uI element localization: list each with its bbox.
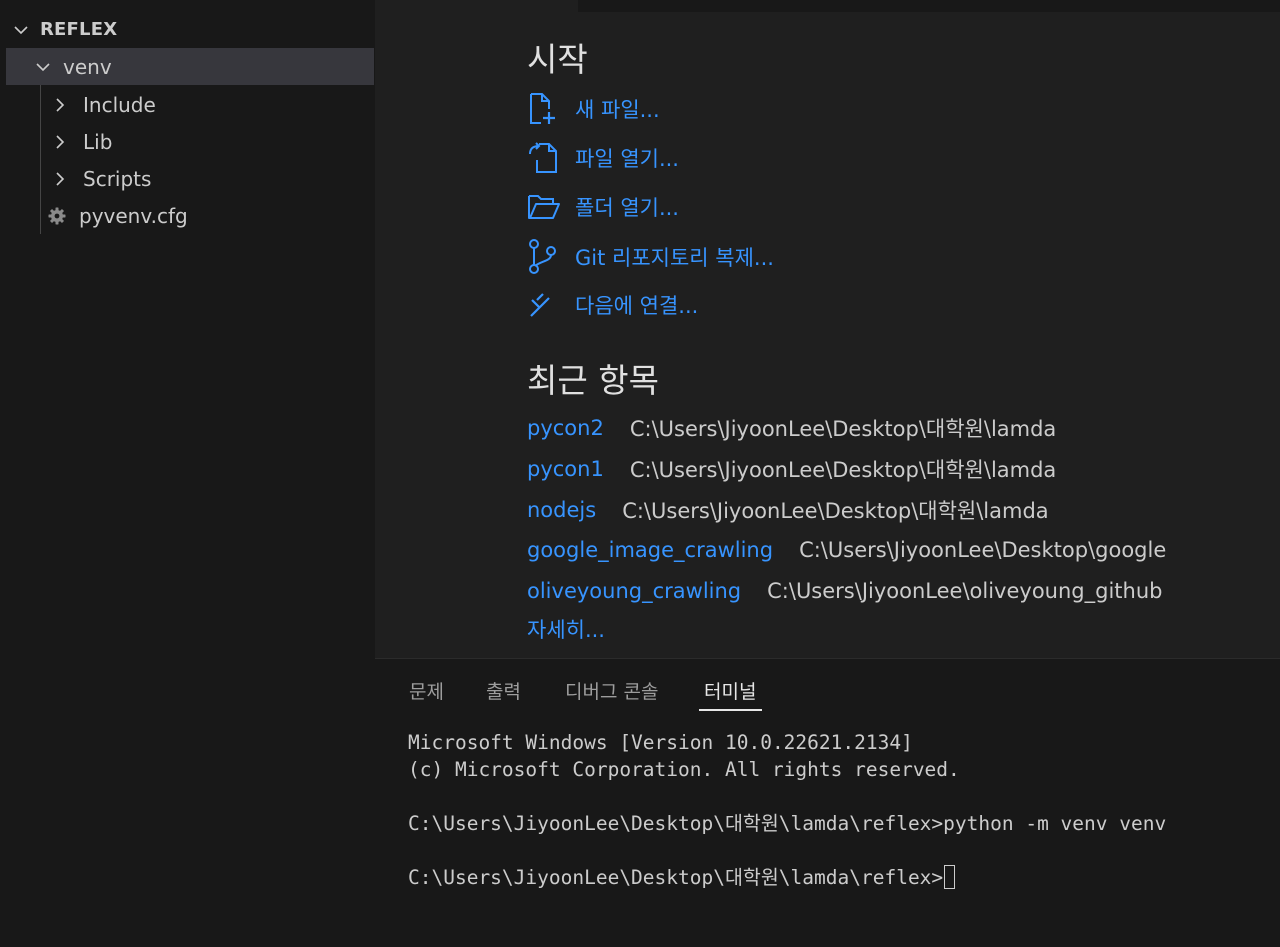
- terminal-prompt-line: C:\Users\JiyoonLee\Desktop\대학원\lamda\ref…: [408, 864, 1166, 891]
- recent-item-path: C:\Users\JiyoonLee\Desktop\대학원\lamda: [629, 417, 1057, 441]
- open-folder-label: 폴더 열기...: [575, 196, 679, 220]
- tree-item-scripts[interactable]: Scripts: [6, 160, 374, 197]
- gear-icon: [47, 206, 67, 226]
- git-clone-icon: [527, 239, 561, 275]
- open-file-label: 파일 열기...: [575, 147, 679, 171]
- tree-item-pyvenv-cfg[interactable]: pyvenv.cfg: [6, 197, 374, 234]
- tab-output[interactable]: 출력: [486, 677, 521, 704]
- open-file-icon: [527, 140, 561, 176]
- git-clone-label: Git 리포지토리 복제...: [575, 246, 774, 270]
- more-recent-link[interactable]: 자세히...: [527, 614, 605, 644]
- explorer-root-folder[interactable]: REFLEX: [6, 11, 374, 48]
- recent-item-link[interactable]: nodejs: [527, 498, 596, 522]
- bottom-panel: 문제 출력 디버그 콘솔 터미널 Microsoft Windows [Vers…: [375, 658, 1280, 947]
- explorer-sidebar: REFLEX venv Include Lib Scripts pyvenv.c…: [0, 0, 375, 947]
- connect-to-link[interactable]: 다음에 연결...: [527, 285, 698, 325]
- recent-item: nodejs C:\Users\JiyoonLee\Desktop\대학원\la…: [527, 494, 1049, 526]
- terminal-output[interactable]: Microsoft Windows [Version 10.0.22621.21…: [408, 729, 1166, 891]
- tree-item-label: Lib: [83, 129, 113, 154]
- chevron-right-icon: [51, 133, 69, 151]
- chevron-down-icon: [12, 21, 30, 39]
- recent-item-path: C:\Users\JiyoonLee\Desktop\google: [799, 538, 1167, 562]
- git-clone-link[interactable]: Git 리포지토리 복제...: [527, 237, 774, 277]
- active-tab-indicator: [699, 709, 762, 711]
- tree-item-label: venv: [63, 54, 112, 79]
- terminal-line: Microsoft Windows [Version 10.0.22621.21…: [408, 731, 913, 754]
- connect-to-label: 다음에 연결...: [575, 294, 699, 318]
- editor-top-strip: [578, 0, 1280, 12]
- tree-item-include[interactable]: Include: [6, 86, 374, 123]
- tree-item-label: Scripts: [83, 166, 152, 191]
- recent-item-link[interactable]: pycon2: [527, 416, 604, 440]
- recent-item-path: C:\Users\JiyoonLee\Desktop\대학원\lamda: [622, 499, 1049, 523]
- recent-item-link[interactable]: pycon1: [527, 457, 604, 481]
- terminal-cursor: [944, 865, 956, 889]
- tree-item-venv[interactable]: venv: [6, 48, 374, 85]
- recent-item-path: C:\Users\JiyoonLee\Desktop\대학원\lamda: [629, 458, 1057, 482]
- open-folder-icon: [527, 189, 561, 225]
- new-file-link[interactable]: 새 파일...: [527, 89, 660, 129]
- recent-item: oliveyoung_crawling C:\Users\JiyoonLee\o…: [527, 575, 1162, 607]
- open-folder-link[interactable]: 폴더 열기...: [527, 187, 679, 227]
- tab-terminal[interactable]: 터미널: [704, 677, 756, 704]
- tree-item-label: pyvenv.cfg: [79, 203, 188, 228]
- open-file-link[interactable]: 파일 열기...: [527, 138, 679, 178]
- new-file-icon: [527, 91, 561, 127]
- chevron-down-icon: [34, 58, 52, 76]
- recent-item-link[interactable]: oliveyoung_crawling: [527, 579, 741, 603]
- terminal-line: ​: [408, 783, 1166, 810]
- new-file-label: 새 파일...: [575, 98, 660, 122]
- terminal-line: C:\Users\JiyoonLee\Desktop\대학원\lamda\ref…: [408, 812, 1167, 835]
- terminal-prompt: C:\Users\JiyoonLee\Desktop\대학원\lamda\ref…: [408, 866, 944, 889]
- tree-item-lib[interactable]: Lib: [6, 123, 374, 160]
- start-heading: 시작: [527, 40, 588, 79]
- explorer-root-label: REFLEX: [40, 19, 118, 40]
- recent-heading: 최근 항목: [527, 361, 659, 400]
- tab-problems[interactable]: 문제: [409, 677, 444, 704]
- terminal-line: (c) Microsoft Corporation. All rights re…: [408, 758, 960, 781]
- chevron-right-icon: [51, 170, 69, 188]
- recent-item: pycon2 C:\Users\JiyoonLee\Desktop\대학원\la…: [527, 412, 1056, 444]
- tab-debug-console[interactable]: 디버그 콘솔: [565, 677, 658, 704]
- remote-connect-icon: [527, 287, 561, 323]
- chevron-right-icon: [51, 96, 69, 114]
- recent-item: pycon1 C:\Users\JiyoonLee\Desktop\대학원\la…: [527, 453, 1056, 485]
- recent-item: google_image_crawling C:\Users\JiyoonLee…: [527, 534, 1166, 566]
- tree-item-label: Include: [83, 92, 156, 117]
- recent-item-link[interactable]: google_image_crawling: [527, 538, 773, 562]
- recent-item-path: C:\Users\JiyoonLee\oliveyoung_github: [767, 579, 1163, 603]
- terminal-line: ​: [408, 837, 1166, 864]
